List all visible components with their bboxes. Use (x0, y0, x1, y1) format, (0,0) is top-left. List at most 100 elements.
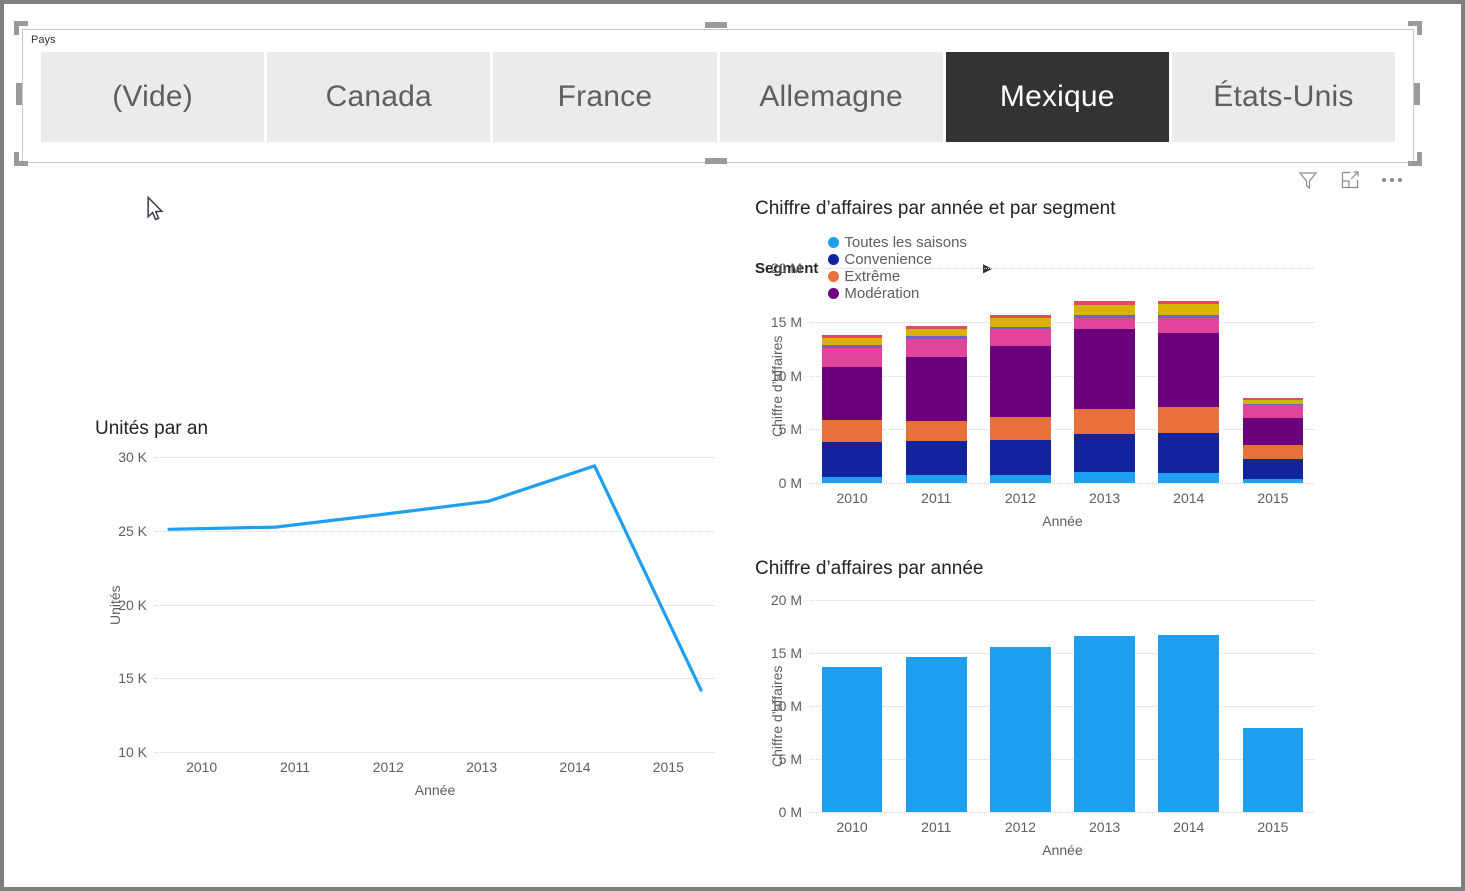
stacked-chart-title: Chiffre d’affaires par année et par segm… (755, 198, 1116, 219)
bar-segment[interactable] (1158, 473, 1220, 483)
bar-segment[interactable] (1158, 318, 1220, 334)
bar-column[interactable] (905, 657, 967, 812)
bar-segment[interactable] (990, 345, 1051, 417)
bar-segment[interactable] (1242, 404, 1304, 418)
bar-segment[interactable] (990, 318, 1051, 328)
bar-segment[interactable] (905, 420, 967, 442)
x-axis-tick-label: 2012 (1004, 819, 1036, 835)
bar-segment[interactable] (990, 329, 1051, 346)
gridline (155, 752, 715, 753)
x-axis-tick-label: 2011 (279, 759, 311, 775)
stacked-bar-column[interactable] (990, 315, 1051, 483)
bar-segment[interactable] (1074, 318, 1135, 330)
stacked-plot-area: Chiffre d’affaires 0 M5 M 10 M 15 M 20 M 2010… (755, 260, 1315, 529)
bar-chart-title: Chiffre d’affaires par année (755, 558, 984, 579)
slicer-title: Pays (31, 34, 56, 46)
bar-plot-area: Chiffre d’affaires 0 M5 M 10 M 15 M 20 M 2010… (755, 592, 1315, 858)
bar-segment[interactable] (1074, 329, 1135, 410)
bar-segment[interactable] (1242, 478, 1304, 483)
slicer-tile-france[interactable]: France (493, 52, 717, 142)
bar-segment[interactable] (1242, 417, 1304, 445)
x-axis-title: Année (414, 782, 456, 798)
bar-segment[interactable] (905, 328, 967, 337)
bar-segment[interactable] (1158, 432, 1220, 474)
bar-segment[interactable] (1158, 304, 1220, 316)
gridline (810, 653, 1315, 654)
slicer-tile-mexique[interactable]: Mexique (945, 52, 1169, 142)
stacked-bar-column[interactable] (821, 335, 883, 483)
gridline (810, 429, 1315, 431)
x-axis-tick-label: 2013 (1089, 490, 1121, 506)
bar-column[interactable] (821, 666, 883, 812)
bar-segment[interactable] (990, 474, 1051, 483)
more-options-icon[interactable] (1382, 170, 1402, 190)
selection-handle-left[interactable] (16, 83, 22, 105)
line-series-path[interactable] (95, 457, 715, 752)
x-axis-title: Année (1042, 513, 1083, 529)
slicer-tile-vide[interactable]: (Vide) (41, 52, 265, 142)
bar-segment[interactable] (1074, 434, 1135, 472)
bar-segment[interactable] (905, 441, 967, 476)
x-axis-tick-label: 2014 (559, 759, 591, 775)
slicer-tile-allemagne[interactable]: Allemagne (719, 52, 943, 142)
slicer-tile-list: (Vide) Canada France Allemagne Mexique États-… (41, 52, 1396, 142)
x-axis-tick-label: 2013 (1089, 819, 1121, 835)
selection-handle-bottom-right[interactable] (1408, 152, 1422, 166)
bar-segment[interactable] (905, 338, 967, 357)
bar-segment[interactable] (821, 347, 883, 368)
selection-handle-top-left[interactable] (14, 21, 28, 35)
bar-column[interactable] (1242, 728, 1304, 812)
y-axis-tick-label: 20 M (770, 592, 802, 608)
x-axis-tick-label: 2010 (836, 819, 868, 835)
selection-handle-top-right[interactable] (1408, 21, 1422, 35)
slicer-tile-tats-unis[interactable]: États-Unis (1171, 52, 1396, 142)
bar-segment[interactable] (905, 356, 967, 421)
bar-column[interactable] (1158, 634, 1220, 812)
country-slicer[interactable]: Pays (Vide) Canada France Allemagne Mexique É… (22, 29, 1414, 163)
bar-segment[interactable] (990, 416, 1051, 441)
bar-segment[interactable] (1074, 409, 1135, 435)
bar-segment[interactable] (821, 441, 883, 477)
gridline (810, 706, 1315, 707)
bar-column[interactable] (990, 646, 1051, 812)
stacked-bar-column[interactable] (1074, 301, 1135, 483)
focus-mode-icon[interactable] (1340, 170, 1360, 190)
bar-segment[interactable] (1158, 406, 1220, 433)
gridline (810, 483, 1315, 484)
stacked-bar-column[interactable] (1242, 398, 1304, 483)
bar-segment[interactable] (905, 475, 967, 483)
bar-chart-visual[interactable]: Chiffre d’affaires par année Chiffre d’a… (755, 558, 1315, 858)
bar-segment[interactable] (821, 419, 883, 442)
bar-segment[interactable] (1074, 304, 1135, 316)
x-axis-tick-label: 2010 (186, 759, 218, 775)
stacked-column-visual[interactable]: Chiffre d’affaires par année et par segm… (755, 198, 1315, 538)
stacked-bar-column[interactable] (905, 325, 967, 483)
legend-item-0[interactable]: Toutes les saisons (828, 234, 967, 251)
x-axis-tick-label: 2010 (836, 490, 868, 506)
line-chart-title: Unités par an (95, 418, 209, 439)
bar-segment[interactable] (1242, 444, 1304, 460)
filter-icon[interactable] (1298, 170, 1318, 190)
selection-handle-top[interactable] (705, 22, 727, 28)
gridline (810, 268, 1315, 269)
y-axis-tick-label: 20 M (770, 260, 802, 276)
bar-column[interactable] (1074, 636, 1135, 812)
bar-segment[interactable] (821, 338, 883, 346)
selection-handle-bottom-left[interactable] (14, 152, 28, 166)
stacked-bar-column[interactable] (1158, 300, 1220, 483)
bar-segment[interactable] (1074, 471, 1135, 483)
bar-segment[interactable] (821, 476, 883, 483)
line-chart-visual[interactable]: Unités par an Unités 10 K 15 K 20 K 25 K 30 K… (95, 412, 735, 812)
bar-segment[interactable] (1242, 459, 1304, 479)
gridline (810, 600, 1315, 601)
y-axis-tick-label: 5 M (778, 421, 802, 438)
bar-segment[interactable] (990, 440, 1051, 475)
slicer-tile-canada[interactable]: Canada (267, 52, 491, 142)
bar-segment[interactable] (821, 367, 883, 420)
selection-handle-right[interactable] (1414, 83, 1420, 105)
selection-handle-bottom[interactable] (705, 158, 727, 164)
bar-segment[interactable] (1158, 333, 1220, 407)
line-plot-area: Unités 10 K 15 K 20 K 25 K 30 K 2010 2011 2012 20… (95, 449, 715, 798)
legend-item-1[interactable]: Convenience (828, 251, 967, 268)
x-axis-tick-label: 2015 (652, 759, 684, 775)
